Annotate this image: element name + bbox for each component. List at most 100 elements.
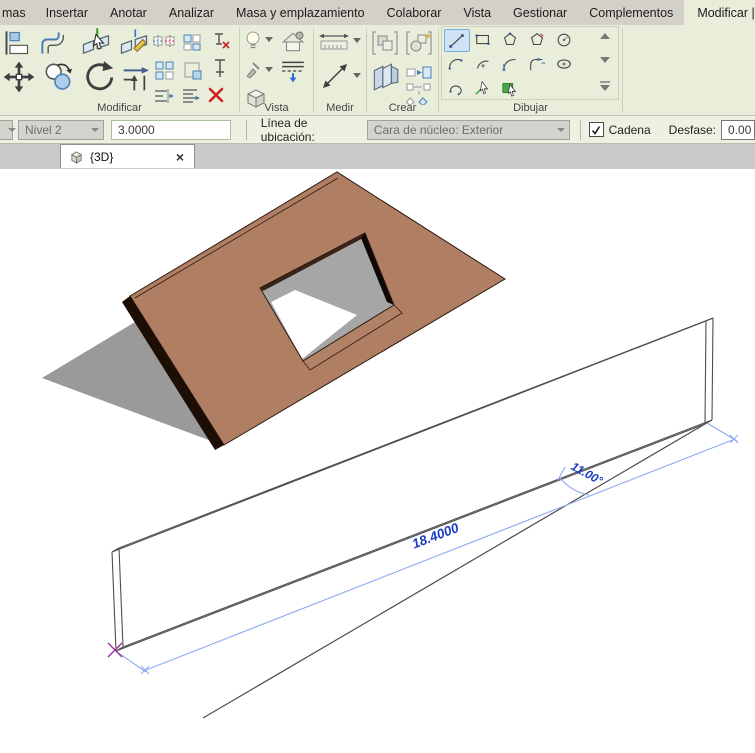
tab-masa-emplazamiento[interactable]: Masa y emplazamiento [225,0,376,25]
view-tab-3d[interactable]: {3D} × [60,144,195,168]
offset-value: 0.00 [728,122,752,137]
chevron-down-icon[interactable] [353,38,361,44]
gallery-scroll-up-icon[interactable] [598,30,612,42]
measure-aligned-icon[interactable] [318,31,350,53]
move-icon[interactable] [2,61,36,93]
view-tab-bar: {3D} × [0,144,755,169]
wall-type-combo-partial[interactable] [0,119,16,140]
render-house-icon[interactable] [280,29,306,55]
gallery-scroll-down-icon[interactable] [598,54,612,66]
draw-line-icon[interactable] [444,29,470,52]
cope-icon[interactable] [153,33,175,51]
draw-circle-icon[interactable] [552,29,576,50]
draw-arc-start-end-icon[interactable] [444,53,468,74]
divider [580,119,582,140]
wall-right-front-edge[interactable] [704,320,707,425]
model-in-place-icon[interactable] [370,61,400,93]
chevron-down-icon[interactable] [265,37,273,43]
tab-analizar[interactable]: Analizar [158,0,225,25]
draw-arc-fillet-icon[interactable] [525,53,549,74]
pick-face-icon[interactable] [498,77,522,98]
temporary-dimension[interactable] [116,422,739,675]
cut-geometry-icon[interactable] [182,33,202,51]
panel-separator [239,28,240,112]
tab-colaborar[interactable]: Colaborar [376,0,453,25]
wall-bottom-back-edge[interactable] [122,419,713,648]
create-group-icon[interactable] [370,29,400,57]
offset-label: Desfase: [668,122,717,137]
options-bar: Nivel 2 3.0000 Línea de ubicación: Cara … [0,116,755,144]
rotate-icon[interactable] [82,59,116,93]
drawing-canvas[interactable]: 18.4000 11.00° [0,169,755,753]
location-line-combo[interactable]: Cara de núcleo: Exterior [366,119,571,140]
chevron-down-icon[interactable] [353,73,361,79]
tab-complementos[interactable]: Complementos [578,0,684,25]
align-icon[interactable] [2,29,32,57]
location-line-label: Línea de ubicación: [260,116,315,144]
offset-icon[interactable] [38,29,70,57]
tab-vista[interactable]: Vista [452,0,502,25]
hidden-lines-icon[interactable] [280,59,306,83]
wall-right-top-edge[interactable] [705,317,714,322]
level-combo-value: Nivel 2 [25,122,62,137]
panel-label-vista[interactable]: Vista [240,102,313,114]
draw-ellipse-icon[interactable] [552,53,576,74]
location-line-value: Cara de núcleo: Exterior [373,122,504,137]
draw-arc-center-icon[interactable] [471,53,495,74]
pick-lines-icon[interactable] [471,77,495,98]
home-3d-icon [70,150,83,164]
chain-label[interactable]: Cadena [609,123,651,137]
close-icon[interactable]: × [174,149,186,165]
panel-label-modificar[interactable]: Modificar [0,102,239,114]
draw-polygon-circumscribed-icon[interactable] [525,29,549,50]
wall-right-back-edge[interactable] [711,317,714,421]
lightbulb-icon[interactable] [244,30,262,52]
scale-icon[interactable] [183,61,203,81]
load-family-icon[interactable] [406,65,432,81]
level-combo[interactable]: Nivel 2 [18,119,105,140]
tab-gestionar[interactable]: Gestionar [502,0,578,25]
angle-arc [559,477,590,496]
tab-insertar[interactable]: Insertar [35,0,99,25]
dim-line [145,438,736,671]
dim-extension-right [706,422,738,442]
ribbon-tab-bar: mas Insertar Anotar Analizar Masa y empl… [0,0,755,25]
panel-label-medir[interactable]: Medir [314,102,366,114]
copy-icon[interactable] [42,61,76,93]
offset-input[interactable]: 0.00 [721,119,755,140]
wall-left-back-edge[interactable] [118,547,124,648]
draw-polygon-inscribed-icon[interactable] [498,29,522,50]
length-dimension-text[interactable]: 18.4000 [410,520,461,552]
panel-label-crear[interactable]: Crear [367,102,438,114]
brush-icon[interactable] [244,61,262,79]
array-icon[interactable] [155,61,175,81]
draw-rectangle-icon[interactable] [471,29,495,50]
chevron-down-icon [557,127,566,132]
view-tab-label: {3D} [90,149,114,164]
revit-window: { "menu": { "items": ["mas", "Insertar",… [0,0,755,753]
tab-sistemas-partial[interactable]: mas [0,0,35,25]
draw-partial-ellipse-icon[interactable] [444,77,468,98]
divider [245,119,247,140]
panel-separator [622,28,623,112]
panel-label-dibujar[interactable]: Dibujar [439,102,622,114]
dim-extension-left [116,651,147,673]
chain-checkbox[interactable] [589,122,604,137]
gallery-expand-icon[interactable] [598,79,612,93]
unpin-icon[interactable] [210,31,232,51]
angle-reference-line [202,423,706,719]
split-with-gap-icon[interactable] [118,27,150,57]
tab-modificar-colocar-muro[interactable]: Modificar | Colocar M [684,0,755,25]
draw-arc-tangent-icon[interactable] [498,53,522,74]
pin-icon[interactable] [210,57,230,79]
trim-extend-icon[interactable] [120,61,154,93]
tab-anotar[interactable]: Anotar [99,0,158,25]
measure-between-icon[interactable] [320,61,350,91]
wall-left-front-edge[interactable] [111,551,117,652]
ribbon: Modificar Vista Medir Crear Dibujar [0,25,755,116]
split-element-icon[interactable] [80,27,112,57]
create-similar-icon[interactable] [404,29,434,57]
chevron-down-icon[interactable] [265,67,273,73]
dim-tick-right [729,434,739,444]
height-input[interactable]: 3.0000 [111,119,231,140]
